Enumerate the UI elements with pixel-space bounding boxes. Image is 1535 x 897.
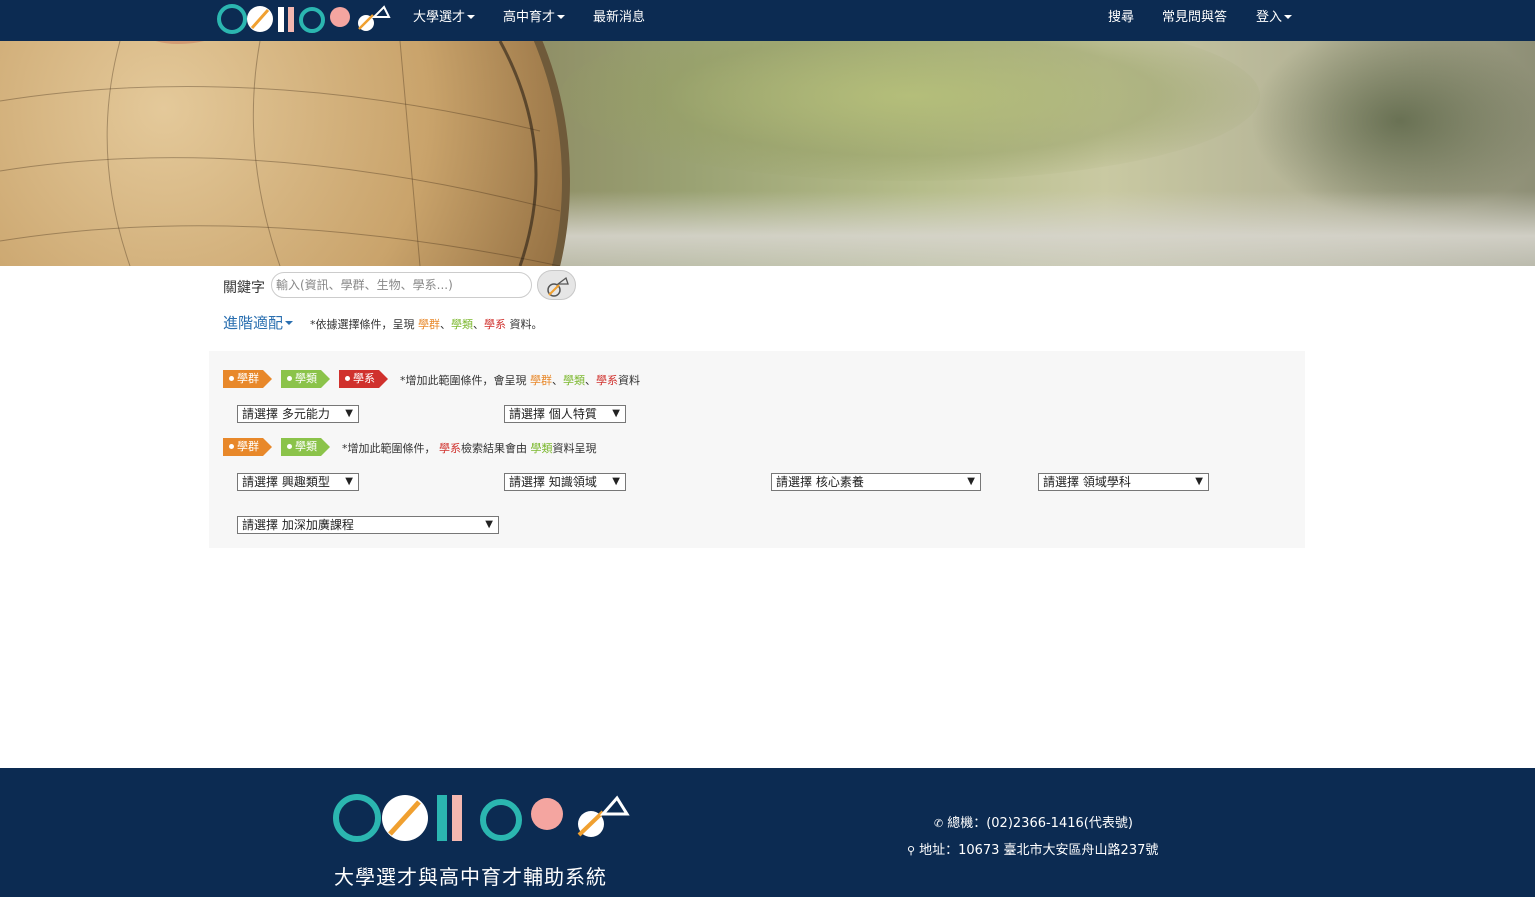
keyword-search-input[interactable]	[271, 272, 532, 298]
tag-label: 學類	[295, 372, 317, 385]
chevron-down-icon	[1284, 14, 1293, 19]
dropdown-arrow-icon: ▼	[485, 519, 493, 530]
note-text: *增加此範圍條件，會呈現	[400, 374, 530, 387]
nav-faq-label: 常見問與答	[1162, 10, 1228, 25]
hint-sep: 、	[473, 318, 484, 331]
hint-group: 學群	[418, 318, 440, 331]
dropdown-arrow-icon: ▼	[345, 408, 353, 419]
note-text: 資料呈現	[552, 442, 597, 455]
hint-category: 學類	[451, 318, 473, 331]
note-text: *增加此範圍條件，	[342, 442, 439, 455]
footer-phone: ✆ 總機：(02)2366-1416(代表號)	[934, 812, 1133, 831]
nav-faq[interactable]: 常見問與答	[1162, 10, 1227, 26]
search-pencil-icon	[547, 276, 569, 297]
advanced-match-label: 進階適配	[223, 314, 284, 332]
dropdown-arrow-icon: ▼	[1195, 476, 1203, 487]
advanced-match-toggle[interactable]: 進階適配	[223, 312, 294, 333]
nav-highschool[interactable]: 高中育才	[503, 10, 566, 26]
phone-icon: ✆	[934, 817, 944, 830]
nav-university-label: 大學選才	[413, 10, 466, 25]
dropdown-arrow-icon: ▼	[612, 408, 620, 419]
tag-group: 學群	[223, 438, 272, 456]
footer: 大學選才與高中育才輔助系統 ✆ 總機：(02)2366-1416(代表號) ⚲ 地址…	[0, 768, 1535, 897]
chevron-down-icon	[467, 14, 476, 19]
nav-search-label: 搜尋	[1108, 10, 1135, 25]
select-advanced-course[interactable]: 請選擇 加深加廣課程 ▼	[237, 516, 499, 534]
top-navbar: 大學選才 高中育才 最新消息 搜尋 常見問與答 登入	[0, 0, 1535, 41]
note-group: 學群	[530, 374, 552, 387]
note-sep: 、	[552, 374, 563, 387]
select-value: 請選擇 知識領域	[509, 475, 597, 489]
nav-university[interactable]: 大學選才	[413, 10, 476, 26]
select-value: 請選擇 核心素養	[776, 475, 864, 489]
hint-dept: 學系	[484, 318, 506, 331]
nav-login[interactable]: 登入	[1256, 10, 1293, 26]
keyword-label: 關鍵字	[223, 280, 265, 296]
select-value: 請選擇 興趣類型	[242, 475, 330, 489]
footer-tagline: 大學選才與高中育才輔助系統	[334, 865, 607, 889]
advanced-hint: *依據選擇條件，呈現 學群、學類、學系 資料。	[310, 316, 543, 332]
tag-group: 學群	[223, 370, 272, 388]
select-domain-subject[interactable]: 請選擇 領域學科 ▼	[1038, 473, 1209, 491]
dot-icon	[287, 443, 292, 449]
row2-note: *增加此範圍條件， 學系檢索結果會由 學類資料呈現	[342, 440, 597, 456]
select-core-literacy[interactable]: 請選擇 核心素養 ▼	[771, 473, 981, 491]
nav-news[interactable]: 最新消息	[593, 10, 645, 26]
tag-category: 學類	[281, 370, 330, 388]
select-value: 請選擇 多元能力	[242, 407, 330, 421]
note-category: 學類	[530, 442, 553, 455]
hint-suffix: 資料。	[506, 318, 543, 331]
colleg-footer-logo	[333, 794, 630, 842]
dot-icon	[287, 375, 292, 381]
nav-highschool-label: 高中育才	[503, 10, 556, 25]
search-button[interactable]	[537, 270, 576, 300]
select-multi-ability[interactable]: 請選擇 多元能力 ▼	[237, 405, 359, 423]
note-sep: 、	[585, 374, 596, 387]
hero-background-foliage	[560, 41, 1260, 181]
dot-icon	[229, 375, 234, 381]
note-text: 資料	[618, 374, 640, 387]
dropdown-arrow-icon: ▼	[345, 476, 353, 487]
hero-banner	[0, 41, 1535, 266]
row1-note: *增加此範圍條件，會呈現 學群、學類、學系資料	[400, 372, 640, 388]
dropdown-arrow-icon: ▼	[967, 476, 975, 487]
nav-login-label: 登入	[1256, 10, 1283, 25]
nav-news-label: 最新消息	[593, 10, 646, 25]
chevron-down-icon	[557, 14, 566, 19]
select-knowledge-domain[interactable]: 請選擇 知識領域 ▼	[504, 473, 626, 491]
map-pin-icon: ⚲	[907, 844, 916, 857]
select-value: 請選擇 加深加廣課程	[242, 518, 354, 532]
chevron-down-icon	[285, 320, 294, 325]
select-personal-traits[interactable]: 請選擇 個人特質 ▼	[504, 405, 626, 423]
tag-label: 學系	[353, 372, 375, 385]
hint-sep: 、	[440, 318, 451, 331]
colleg-logo[interactable]	[216, 3, 391, 35]
hint-prefix: *依據選擇條件，呈現	[310, 318, 418, 331]
tag-dept: 學系	[339, 370, 388, 388]
select-value: 請選擇 領域學科	[1043, 475, 1131, 489]
note-dept: 學系	[439, 442, 461, 455]
dot-icon	[345, 375, 350, 381]
select-interest-type[interactable]: 請選擇 興趣類型 ▼	[237, 473, 359, 491]
dropdown-arrow-icon: ▼	[612, 476, 620, 487]
nav-search[interactable]: 搜尋	[1108, 10, 1134, 26]
note-category: 學類	[563, 374, 585, 387]
tag-label: 學群	[237, 372, 259, 385]
note-dept: 學系	[596, 374, 618, 387]
tag-category: 學類	[281, 438, 330, 456]
hero-background-road	[520, 191, 1535, 266]
footer-address-text: 地址：10673 臺北市大安區舟山路237號	[919, 843, 1159, 858]
footer-address: ⚲ 地址：10673 臺北市大安區舟山路237號	[907, 839, 1158, 858]
dot-icon	[229, 443, 234, 449]
note-text: 檢索結果會由	[461, 442, 531, 455]
footer-phone-text: 總機：(02)2366-1416(代表號)	[947, 816, 1133, 831]
globe-gridlines	[0, 41, 560, 266]
tag-label: 學類	[295, 440, 317, 453]
select-value: 請選擇 個人特質	[509, 407, 597, 421]
tag-label: 學群	[237, 440, 259, 453]
